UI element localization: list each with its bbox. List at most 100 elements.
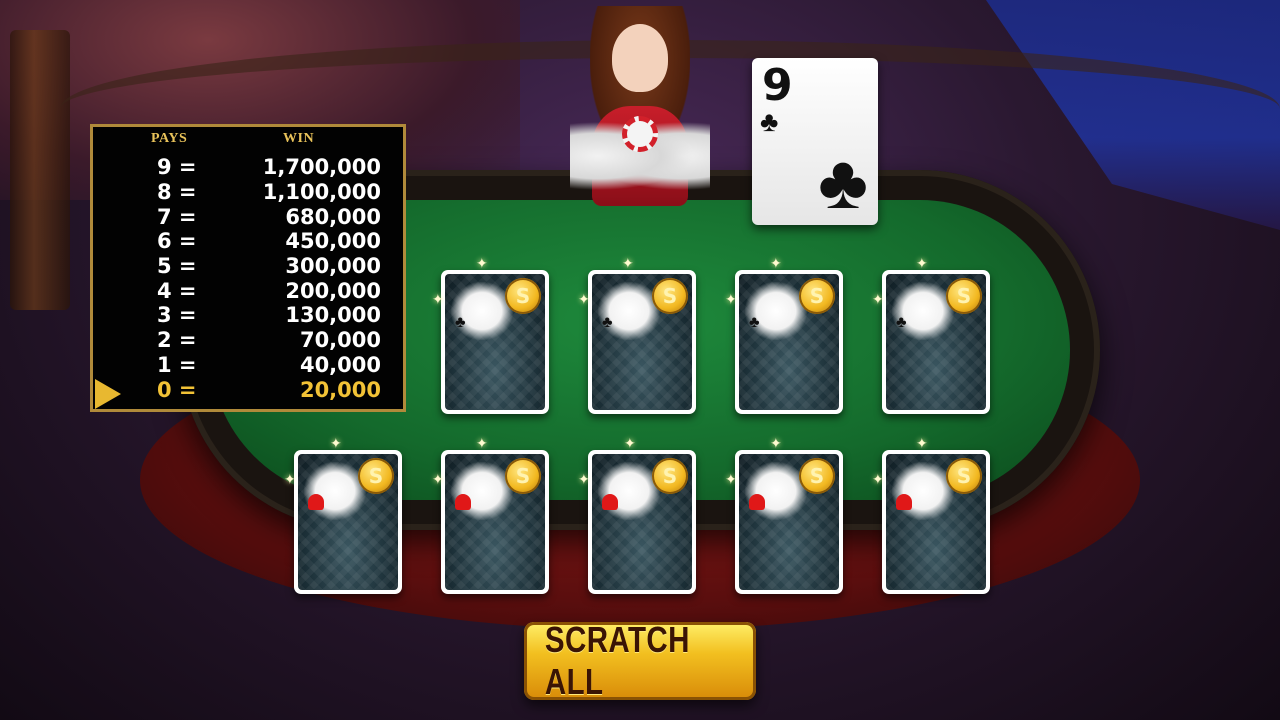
club-suit-icon: ♣ bbox=[455, 314, 466, 331]
match-count: 4 = bbox=[157, 279, 197, 303]
scratch-card-face: S bbox=[445, 454, 545, 590]
coin-icon: S bbox=[799, 458, 835, 494]
sparkle-icon: ✦ bbox=[624, 435, 636, 451]
sparkle-icon: ✦ bbox=[284, 471, 296, 487]
paytable-row: 3 = 130,000 bbox=[93, 303, 403, 328]
paytable-row: 9 = 1,700,000 bbox=[93, 155, 403, 180]
sparkle-icon: ✦ bbox=[432, 471, 444, 487]
scratched-area bbox=[598, 462, 660, 520]
paytable-row: 5 = 300,000 bbox=[93, 254, 403, 279]
current-row-arrow-icon bbox=[95, 379, 121, 409]
paytable-row: 8 = 1,100,000 bbox=[93, 180, 403, 205]
coin-icon: S bbox=[505, 458, 541, 494]
club-suit-icon: ♣ bbox=[760, 106, 779, 137]
paytable-row: 7 = 680,000 bbox=[93, 205, 403, 230]
scratch-card-face: S bbox=[886, 454, 986, 590]
pays-header: PAYS bbox=[151, 131, 188, 146]
win-amount: 680,000 bbox=[285, 205, 381, 229]
win-amount: 1,100,000 bbox=[262, 180, 381, 204]
sparkle-icon: ✦ bbox=[872, 291, 884, 307]
scratch-all-button[interactable]: SCRATCH ALL bbox=[524, 619, 756, 702]
sparkle-icon: ✦ bbox=[432, 291, 444, 307]
paytable-panel: PAYS WIN 9 = 1,700,000 8 = 1,100,000 7 =… bbox=[90, 124, 406, 412]
sparkle-icon: ✦ bbox=[476, 435, 488, 451]
scratch-card-face: S bbox=[739, 454, 839, 590]
match-count: 9 = bbox=[157, 155, 197, 179]
scratched-area bbox=[304, 462, 366, 520]
match-count: 2 = bbox=[157, 328, 197, 352]
club-suit-icon: ♣ bbox=[749, 314, 760, 331]
scratch-card[interactable]: ♣ S bbox=[441, 270, 549, 414]
sparkle-icon: ✦ bbox=[916, 255, 928, 271]
sparkle-icon: ✦ bbox=[578, 291, 590, 307]
paytable-row: 1 = 40,000 bbox=[93, 353, 403, 378]
red-suit-icon bbox=[896, 494, 912, 510]
scratched-area bbox=[745, 462, 807, 520]
paytable-row: 6 = 450,000 bbox=[93, 229, 403, 254]
coin-icon: S bbox=[358, 458, 394, 494]
coin-icon: S bbox=[505, 278, 541, 314]
red-suit-icon bbox=[602, 494, 618, 510]
scratch-card[interactable]: S bbox=[441, 450, 549, 594]
win-amount: 70,000 bbox=[299, 328, 381, 352]
match-count: 6 = bbox=[157, 229, 197, 253]
club-suit-icon: ♣ bbox=[602, 314, 613, 331]
match-count: 0 = bbox=[157, 378, 197, 402]
win-amount: 300,000 bbox=[285, 254, 381, 278]
scratch-card[interactable]: ♣ S bbox=[588, 270, 696, 414]
card-rank: 9 bbox=[762, 60, 793, 111]
scratch-card-face: ♣ S bbox=[886, 274, 986, 410]
scratch-card-face: S bbox=[298, 454, 398, 590]
coin-icon: S bbox=[946, 278, 982, 314]
scratch-card[interactable]: ♣ S bbox=[882, 270, 990, 414]
scratched-area bbox=[451, 462, 513, 520]
scratch-card-face: S bbox=[592, 454, 692, 590]
sparkle-icon: ✦ bbox=[330, 435, 342, 451]
sparkle-icon: ✦ bbox=[725, 291, 737, 307]
sparkle-icon: ✦ bbox=[476, 255, 488, 271]
coin-icon: S bbox=[946, 458, 982, 494]
paytable-row-active: 0 = 20,000 bbox=[93, 378, 403, 403]
scratch-card[interactable]: S bbox=[735, 450, 843, 594]
club-suit-large-icon: ♣ bbox=[818, 140, 868, 225]
win-amount: 450,000 bbox=[285, 229, 381, 253]
scratch-card[interactable]: S bbox=[882, 450, 990, 594]
win-amount: 1,700,000 bbox=[262, 155, 381, 179]
sparkle-icon: ✦ bbox=[770, 255, 782, 271]
dealer-character bbox=[570, 6, 710, 206]
poker-chip-icon bbox=[622, 116, 658, 152]
dealer-face bbox=[612, 24, 668, 92]
sparkle-icon: ✦ bbox=[578, 471, 590, 487]
match-count: 8 = bbox=[157, 180, 197, 204]
red-suit-icon bbox=[749, 494, 765, 510]
paytable-row: 4 = 200,000 bbox=[93, 279, 403, 304]
match-count: 5 = bbox=[157, 254, 197, 278]
sparkle-icon: ✦ bbox=[872, 471, 884, 487]
scratched-area bbox=[892, 462, 954, 520]
coin-icon: S bbox=[799, 278, 835, 314]
win-amount: 130,000 bbox=[285, 303, 381, 327]
red-suit-icon bbox=[308, 494, 324, 510]
scratch-card-face: ♣ S bbox=[592, 274, 692, 410]
scratch-card-face: ♣ S bbox=[739, 274, 839, 410]
revealed-playing-card: 9 ♣ ♣ bbox=[752, 58, 878, 225]
scratch-card-face: ♣ S bbox=[445, 274, 545, 410]
scratch-card[interactable]: S bbox=[588, 450, 696, 594]
match-count: 1 = bbox=[157, 353, 197, 377]
win-amount: 40,000 bbox=[299, 353, 381, 377]
coin-icon: S bbox=[652, 278, 688, 314]
scratch-card[interactable]: S bbox=[294, 450, 402, 594]
paytable-row: 2 = 70,000 bbox=[93, 328, 403, 353]
sparkle-icon: ✦ bbox=[725, 471, 737, 487]
club-suit-icon: ♣ bbox=[896, 314, 907, 331]
sparkle-icon: ✦ bbox=[622, 255, 634, 271]
red-suit-icon bbox=[455, 494, 471, 510]
win-amount: 20,000 bbox=[299, 378, 381, 402]
match-count: 3 = bbox=[157, 303, 197, 327]
match-count: 7 = bbox=[157, 205, 197, 229]
coin-icon: S bbox=[652, 458, 688, 494]
win-header: WIN bbox=[283, 131, 315, 146]
scratch-card[interactable]: ♣ S bbox=[735, 270, 843, 414]
win-amount: 200,000 bbox=[285, 279, 381, 303]
scratch-all-label: SCRATCH ALL bbox=[544, 619, 690, 702]
